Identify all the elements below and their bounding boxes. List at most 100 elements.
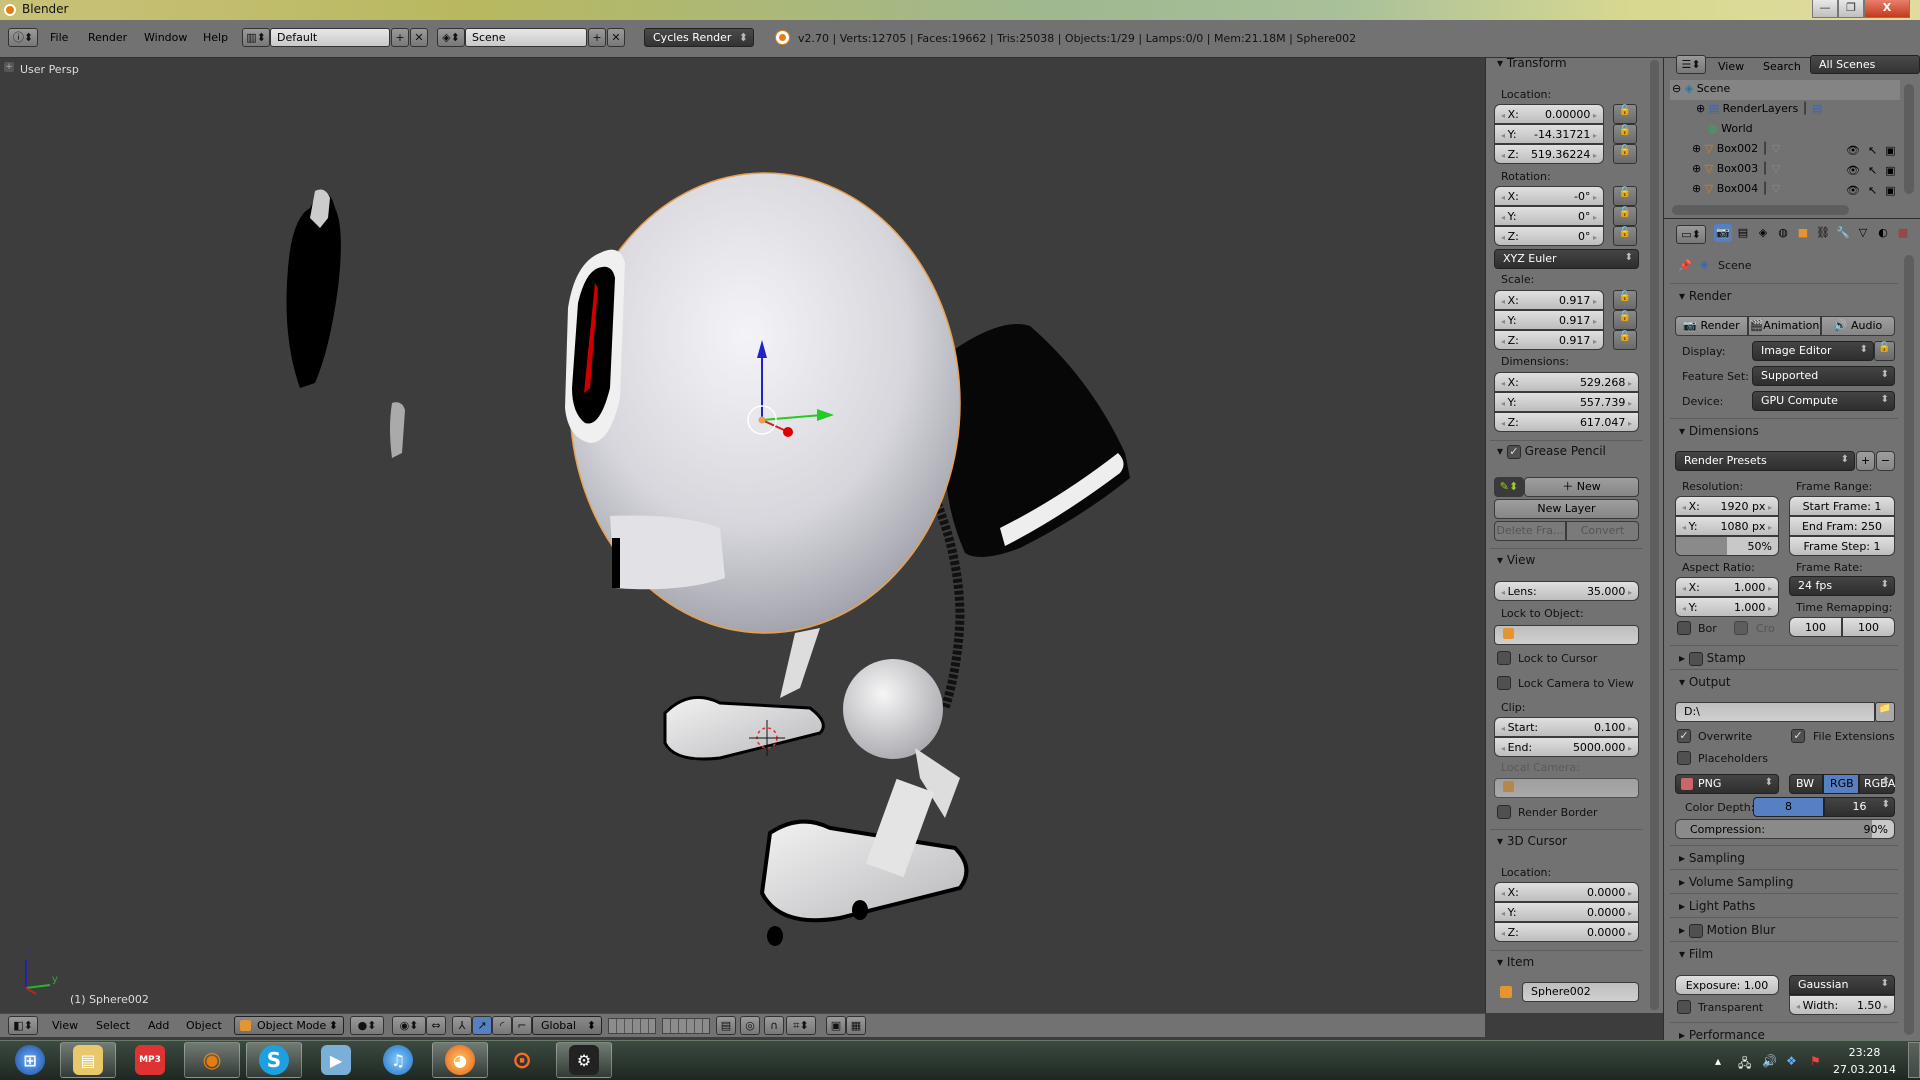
resolution-x-field[interactable]: X:1920 px xyxy=(1675,496,1779,516)
editor-type-info-icon[interactable]: ⓘ⬍ xyxy=(8,28,38,47)
menu-window[interactable]: Window xyxy=(144,31,187,44)
taskbar-explorer[interactable]: ▤ xyxy=(60,1042,116,1078)
lock-icon[interactable]: 🔓 xyxy=(1874,341,1895,361)
stamp-panel-header[interactable]: ▸ Stamp xyxy=(1679,651,1746,666)
performance-panel-header[interactable]: ▸ Performance xyxy=(1679,1028,1765,1040)
viewport-shading-icon[interactable]: ●⬍ xyxy=(350,1016,384,1035)
frame-rate-dropdown[interactable]: 24 fps xyxy=(1789,576,1895,596)
editor-type-3dview-icon[interactable]: ◧⬍ xyxy=(8,1016,38,1035)
minimize-button[interactable]: — xyxy=(1812,0,1838,18)
manipulator-toggle-icon[interactable]: ⅄ xyxy=(452,1016,472,1035)
orientation-dropdown[interactable]: Global ⬍ xyxy=(532,1016,602,1035)
add-preset-icon[interactable]: + xyxy=(1856,451,1875,471)
convert-button[interactable]: Convert xyxy=(1566,521,1639,541)
render-button[interactable]: 📷 Render xyxy=(1675,316,1748,336)
volume-icon[interactable]: 🔊 xyxy=(1762,1054,1777,1068)
scale-x-field[interactable]: X:0.917 xyxy=(1494,290,1604,310)
stamp-checkbox[interactable] xyxy=(1688,651,1703,666)
overwrite-checkbox[interactable]: ✓ xyxy=(1677,729,1691,743)
remove-scene-icon[interactable]: ✕ xyxy=(607,28,625,47)
grease-pencil-icon[interactable]: ✎⬍ xyxy=(1494,477,1524,497)
delete-frame-button[interactable]: Delete Fra... xyxy=(1494,521,1566,541)
snap-element-icon[interactable]: ⌗⬍ xyxy=(786,1016,816,1035)
toolshelf-toggle-icon[interactable]: + xyxy=(4,62,14,72)
network-icon[interactable]: 🖧 xyxy=(1738,1054,1751,1075)
outliner-hscrollbar[interactable] xyxy=(1672,205,1849,215)
menu-select[interactable]: Select xyxy=(96,1019,130,1032)
action-center-icon[interactable]: ⚑ xyxy=(1810,1054,1821,1068)
display-dropdown[interactable]: Image Editor xyxy=(1752,341,1874,361)
cursor-y-field[interactable]: Y:0.0000 xyxy=(1494,902,1639,922)
editor-type-properties-icon[interactable]: ▭⬍ xyxy=(1676,225,1706,244)
npanel-scrollbar[interactable] xyxy=(1650,60,1659,1010)
rotation-y-field[interactable]: Y:0° xyxy=(1494,206,1604,226)
time-remap-new-field[interactable]: 100 xyxy=(1842,617,1895,637)
pivot-point-icon[interactable]: ◉⬍ xyxy=(392,1016,426,1035)
local-camera-field[interactable] xyxy=(1494,778,1639,798)
render-presets-dropdown[interactable]: Render Presets xyxy=(1675,451,1855,471)
taskbar-steam[interactable]: ⚙ xyxy=(556,1042,612,1078)
screen-layout-field[interactable]: Default xyxy=(270,28,390,47)
dimensions-panel-header[interactable]: ▾ Dimensions xyxy=(1679,424,1759,438)
color-mode-rgb[interactable]: RGB xyxy=(1823,774,1859,794)
lock-icon[interactable]: 🔓 xyxy=(1613,124,1637,144)
rotation-z-field[interactable]: Z:0° xyxy=(1494,226,1604,246)
outliner-menu-search[interactable]: Search xyxy=(1763,60,1801,73)
manipulator-only-origins-icon[interactable]: ⇔ xyxy=(426,1016,446,1035)
layer-buttons-group-1[interactable] xyxy=(608,1018,656,1034)
color-mode-bw[interactable]: BW xyxy=(1789,774,1823,794)
system-clock[interactable]: 23:28 27.03.2014 xyxy=(1833,1044,1896,1078)
outliner-item-box004[interactable]: ⊕ ▽ Box004 │ ▽ xyxy=(1692,182,1780,202)
tab-world-icon[interactable]: ◍ xyxy=(1774,224,1792,242)
scene-icon[interactable]: ◈⬍ xyxy=(437,28,465,47)
folder-icon[interactable]: 📁 xyxy=(1875,702,1895,722)
screen-layout-icon[interactable]: ▥⬍ xyxy=(242,28,270,47)
motion-blur-panel-header[interactable]: ▸ Motion Blur xyxy=(1679,923,1775,938)
lock-icon[interactable]: 🔓 xyxy=(1613,226,1637,246)
audio-button[interactable]: 🔊 Audio xyxy=(1821,316,1895,336)
lock-icon[interactable]: 🔓 xyxy=(1613,330,1637,350)
item-name-field[interactable]: Sphere002 xyxy=(1522,982,1639,1002)
scale-y-field[interactable]: Y:0.917 xyxy=(1494,310,1604,330)
output-path-field[interactable]: D:\ xyxy=(1675,702,1875,722)
add-scene-icon[interactable]: + xyxy=(588,28,606,47)
filter-type-dropdown[interactable]: Gaussian xyxy=(1789,975,1895,995)
taskbar-media-player[interactable]: ▶ xyxy=(308,1042,364,1078)
outliner-item-renderlayers[interactable]: ⊕ ▤ RenderLayers │ ▤ xyxy=(1696,102,1822,122)
scale-manipulator-icon[interactable]: ⌐ xyxy=(512,1016,532,1035)
lock-icon[interactable]: 🔓 xyxy=(1613,104,1637,124)
lock-icon[interactable]: 🔓 xyxy=(1613,144,1637,164)
lock-to-object-field[interactable] xyxy=(1494,625,1639,645)
remove-preset-icon[interactable]: − xyxy=(1876,451,1895,471)
compression-slider[interactable]: Compression: 90% xyxy=(1675,819,1895,839)
color-depth-8[interactable]: 8 xyxy=(1753,797,1824,817)
file-extensions-checkbox[interactable]: ✓ xyxy=(1791,729,1805,743)
outliner-filter-dropdown[interactable]: All Scenes xyxy=(1810,55,1920,74)
tab-texture-icon[interactable]: ▩ xyxy=(1894,224,1912,242)
new-layer-button[interactable]: New Layer xyxy=(1494,499,1639,519)
opengl-render-icon[interactable]: ▣ xyxy=(826,1016,846,1035)
animation-button[interactable]: 🎬Animation xyxy=(1748,316,1821,336)
snap-toggle-icon[interactable]: ∩ xyxy=(764,1016,784,1035)
show-desktop-button[interactable] xyxy=(1908,1042,1920,1078)
filter-width-field[interactable]: Width:1.50 xyxy=(1789,995,1895,1015)
location-z-field[interactable]: Z:519.36224 xyxy=(1494,144,1604,164)
sampling-panel-header[interactable]: ▸ Sampling xyxy=(1679,851,1745,865)
3d-viewport[interactable]: + xyxy=(0,58,1485,1013)
color-depth-16[interactable]: 16 xyxy=(1824,797,1895,817)
taskbar-skype[interactable]: S xyxy=(246,1042,302,1078)
pin-icon[interactable]: 📌 xyxy=(1678,259,1692,272)
resolution-percentage-slider[interactable]: 50% xyxy=(1675,536,1779,556)
tab-object-icon[interactable]: ■ xyxy=(1794,224,1812,242)
taskbar-blender[interactable]: ◉ xyxy=(184,1042,240,1078)
resolution-y-field[interactable]: Y:1080 px xyxy=(1675,516,1779,536)
dimension-z-field[interactable]: Z:617.047 xyxy=(1494,412,1639,432)
tab-scene-icon[interactable]: ◈ xyxy=(1754,224,1772,242)
clip-end-field[interactable]: End:5000.000 xyxy=(1494,737,1639,757)
outliner-item-box002[interactable]: ⊕ ▽ Box002 │ ▽ xyxy=(1692,142,1780,162)
menu-file[interactable]: File xyxy=(50,31,68,44)
border-checkbox[interactable] xyxy=(1677,621,1691,635)
tray-expand-icon[interactable]: ▴ xyxy=(1715,1054,1721,1068)
color-mode-rgba[interactable]: RGBA xyxy=(1859,774,1895,794)
grease-pencil-checkbox[interactable]: ✓ xyxy=(1506,444,1521,459)
